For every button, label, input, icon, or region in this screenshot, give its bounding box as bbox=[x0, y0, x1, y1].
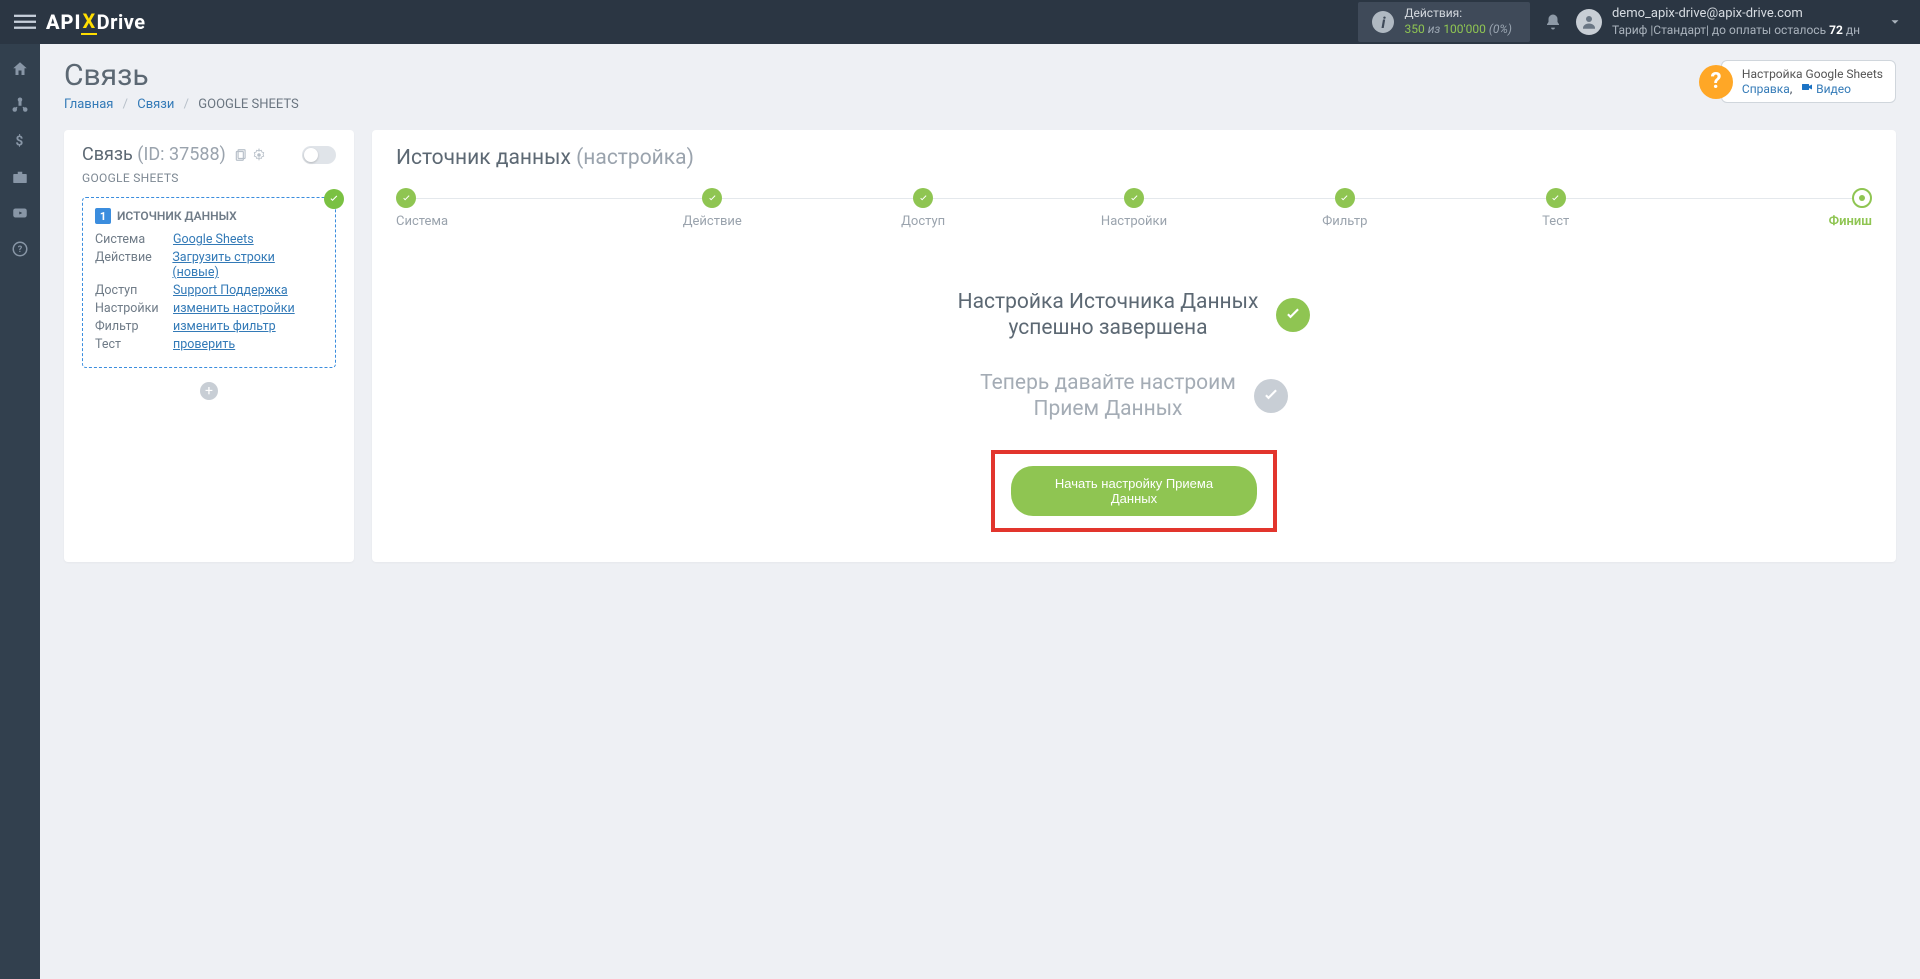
logo-text: API bbox=[46, 10, 81, 34]
step-dot-icon bbox=[396, 188, 416, 208]
step-dot-current-icon bbox=[1852, 188, 1872, 208]
svg-text:?: ? bbox=[18, 245, 23, 255]
svg-text:$: $ bbox=[16, 134, 24, 150]
source-settings-link[interactable]: изменить настройки bbox=[173, 301, 295, 316]
connection-title: Связь (ID: 37588) bbox=[82, 144, 266, 165]
help-callout: ? Настройка Google Sheets Справка, Видео bbox=[1699, 60, 1896, 103]
source-row: Настройкиизменить настройки bbox=[95, 301, 323, 316]
source-row: Фильтризменить фильтр bbox=[95, 319, 323, 334]
source-access-link[interactable]: Support Поддержка bbox=[173, 283, 288, 298]
step-label: Действие bbox=[683, 214, 742, 229]
step-dot-icon bbox=[913, 188, 933, 208]
logo-text: Drive bbox=[97, 10, 146, 34]
main-card: Источник данных (настройка) Система Дейс… bbox=[372, 130, 1896, 562]
check-icon bbox=[1276, 298, 1310, 332]
bell-icon[interactable] bbox=[1544, 13, 1562, 31]
copy-icon[interactable] bbox=[234, 148, 248, 162]
help-reference-link[interactable]: Справка bbox=[1742, 82, 1790, 96]
youtube-icon[interactable] bbox=[11, 204, 29, 222]
logo[interactable]: APIXDrive bbox=[46, 9, 146, 35]
source-test-link[interactable]: проверить bbox=[173, 337, 235, 352]
step-dot-icon bbox=[702, 188, 722, 208]
info-icon: i bbox=[1372, 11, 1394, 33]
hamburger-icon[interactable] bbox=[14, 11, 36, 33]
data-source-box: 1 ИСТОЧНИК ДАННЫХ СистемаGoogle Sheets Д… bbox=[82, 197, 336, 368]
step-label: Система bbox=[396, 214, 448, 229]
breadcrumb-home[interactable]: Главная bbox=[64, 97, 113, 112]
step-label: Настройки bbox=[1101, 214, 1167, 229]
source-filter-link[interactable]: изменить фильтр bbox=[173, 319, 276, 334]
source-row: ДействиеЗагрузить строки (новые) bbox=[95, 250, 323, 280]
avatar-icon bbox=[1576, 9, 1602, 35]
gear-icon[interactable] bbox=[252, 148, 266, 162]
source-heading: 1 ИСТОЧНИК ДАННЫХ bbox=[95, 208, 323, 224]
home-icon[interactable] bbox=[11, 60, 29, 78]
chevron-down-icon bbox=[1888, 15, 1902, 29]
connections-icon[interactable] bbox=[11, 96, 29, 114]
briefcase-icon[interactable] bbox=[11, 168, 29, 186]
progress-stepper: Система Действие Доступ Настройки Фильтр… bbox=[396, 188, 1872, 229]
logo-text: X bbox=[81, 9, 96, 35]
video-icon bbox=[1801, 82, 1816, 96]
breadcrumb-current: GOOGLE SHEETS bbox=[198, 97, 298, 112]
left-sidebar: $ ? bbox=[0, 44, 40, 979]
status-row-pending: Теперь давайте настроим Прием Данных bbox=[864, 370, 1404, 423]
dollar-icon[interactable]: $ bbox=[11, 132, 29, 150]
step-label: Доступ bbox=[901, 214, 945, 229]
step-label: Тест bbox=[1542, 214, 1569, 229]
source-row: ДоступSupport Поддержка bbox=[95, 283, 323, 298]
number-badge: 1 bbox=[95, 208, 111, 224]
question-icon[interactable]: ? bbox=[1699, 65, 1733, 99]
cta-highlight: Начать настройку Приема Данных bbox=[991, 450, 1277, 532]
breadcrumb-links[interactable]: Связи bbox=[137, 97, 174, 112]
user-text: demo_apix-drive@apix-drive.com Тариф |Ст… bbox=[1612, 6, 1860, 38]
source-table: СистемаGoogle Sheets ДействиеЗагрузить с… bbox=[95, 232, 323, 352]
help-title: Настройка Google Sheets bbox=[1742, 67, 1883, 81]
actions-counter[interactable]: i Действия: 350 из 100'000 (0%) bbox=[1358, 2, 1530, 42]
check-badge-icon bbox=[324, 189, 344, 209]
check-icon bbox=[1254, 379, 1288, 413]
connection-side-panel: Связь (ID: 37588) GOOGLE SHEETS 1 ИСТОЧН… bbox=[64, 130, 354, 562]
start-destination-setup-button[interactable]: Начать настройку Приема Данных bbox=[1011, 466, 1257, 516]
source-row: СистемаGoogle Sheets bbox=[95, 232, 323, 247]
connection-subtitle: GOOGLE SHEETS bbox=[82, 171, 336, 185]
step-label: Финиш bbox=[1829, 214, 1872, 229]
user-menu[interactable]: demo_apix-drive@apix-drive.com Тариф |Ст… bbox=[1576, 6, 1912, 38]
source-system-link[interactable]: Google Sheets bbox=[173, 232, 254, 247]
actions-text: Действия: 350 из 100'000 (0%) bbox=[1404, 6, 1512, 37]
main-heading: Источник данных (настройка) bbox=[396, 146, 1872, 170]
page-title: Связь bbox=[64, 58, 1896, 93]
source-action-link[interactable]: Загрузить строки (новые) bbox=[172, 250, 323, 280]
step-dot-icon bbox=[1124, 188, 1144, 208]
add-button[interactable]: + bbox=[200, 382, 218, 400]
step-label: Фильтр bbox=[1322, 214, 1367, 229]
breadcrumb: Главная / Связи / GOOGLE SHEETS bbox=[64, 97, 1896, 112]
connection-toggle[interactable] bbox=[302, 146, 336, 164]
source-row: Тестпроверить bbox=[95, 337, 323, 352]
help-video-link[interactable]: Видео bbox=[1816, 82, 1851, 96]
top-header: APIXDrive i Действия: 350 из 100'000 (0%… bbox=[0, 0, 1920, 44]
help-icon[interactable]: ? bbox=[11, 240, 29, 258]
status-row-complete: Настройка Источника Данных успешно завер… bbox=[864, 289, 1404, 342]
step-dot-icon bbox=[1335, 188, 1355, 208]
step-dot-icon bbox=[1546, 188, 1566, 208]
